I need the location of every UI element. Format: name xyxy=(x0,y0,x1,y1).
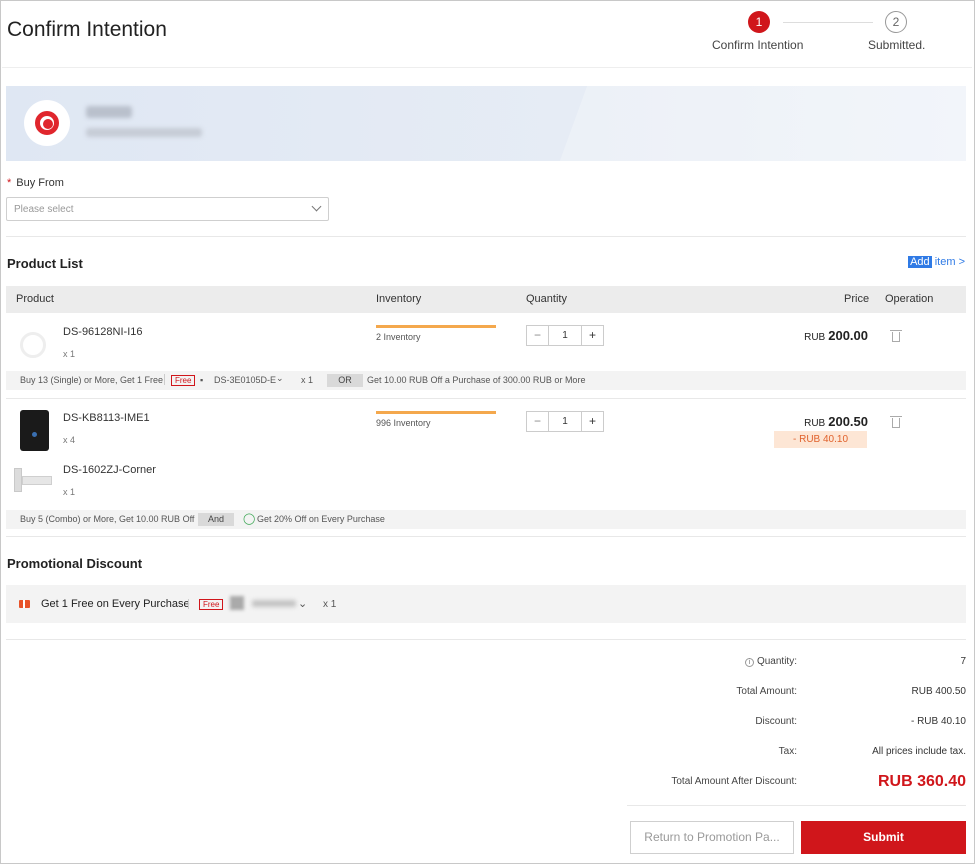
progress-steps: 1 Confirm Intention 2 Submitted. xyxy=(700,10,940,60)
total-after-discount-value: RUB 360.40 xyxy=(877,773,966,790)
product-qty: x 1 xyxy=(63,487,76,497)
chevron-down-icon[interactable]: ⌄ xyxy=(276,373,284,384)
buy-from-label: * Buy From xyxy=(7,177,64,189)
product-name: DS-96128NI-I16 xyxy=(63,326,143,338)
col-price: Price xyxy=(844,293,870,305)
col-operation: Operation xyxy=(885,293,934,305)
chevron-down-icon[interactable]: ⌄ xyxy=(298,597,307,610)
quantity-value: 7 xyxy=(960,656,966,667)
product-qty: x 4 xyxy=(63,435,76,445)
product-list-title: Product List xyxy=(7,256,83,271)
product-price: RUB 200.00 xyxy=(804,328,868,343)
col-product: Product xyxy=(16,293,54,305)
inventory-text: 2 Inventory xyxy=(376,332,421,342)
discount-value: - RUB 40.10 xyxy=(910,716,966,727)
gift-thumb-icon: ▪ xyxy=(200,375,204,385)
product-price: RUB 200.50 xyxy=(804,414,868,429)
dealer-logo-icon xyxy=(24,100,70,146)
quantity-value[interactable]: 1 xyxy=(549,330,581,341)
increment-button[interactable]: + xyxy=(581,412,603,431)
gift-model: DS-3E0105D-E xyxy=(214,375,277,385)
step-label: Confirm Intention xyxy=(712,38,804,52)
promotion-row: Buy 13 (Single) or More, Get 1 Free Free… xyxy=(6,371,966,390)
promotion-label: Get 1 Free on Every Purchase xyxy=(41,598,190,610)
step-number: 2 xyxy=(885,11,907,33)
check-circle-icon: ◯ xyxy=(243,513,256,525)
quantity-value[interactable]: 1 xyxy=(549,416,581,427)
tax-value: All prices include tax. xyxy=(872,746,966,757)
free-tag: Free xyxy=(199,599,224,610)
submit-button[interactable]: Submit xyxy=(801,821,966,854)
gift-icon xyxy=(19,600,30,608)
discount-badge: - RUB 40.10 xyxy=(774,431,867,448)
promotion-text: Buy 13 (Single) or More, Get 1 Free xyxy=(20,375,164,385)
inventory-bar xyxy=(376,411,496,414)
connector-chip: And xyxy=(198,513,234,526)
promotional-discount-box: Get 1 Free on Every Purchase Free ⌄ x 1 xyxy=(6,585,966,623)
quantity-label: i Quantity: xyxy=(744,656,797,667)
col-inventory: Inventory xyxy=(376,293,422,305)
return-to-promotion-button[interactable]: Return to Promotion Pa... xyxy=(630,821,794,854)
step-number: 1 xyxy=(748,11,770,33)
gift-name-redacted xyxy=(252,600,296,607)
quantity-stepper: − 1 + xyxy=(526,325,604,346)
inventory-bar xyxy=(376,325,496,328)
header-divider xyxy=(2,67,972,68)
inventory-text: 996 Inventory xyxy=(376,418,431,428)
decrement-button[interactable]: − xyxy=(527,412,549,431)
tax-label: Tax: xyxy=(778,746,797,757)
free-tag: Free xyxy=(171,375,196,386)
product-name: DS-1602ZJ-Corner xyxy=(63,464,156,476)
dealer-info-redacted xyxy=(86,128,202,137)
trash-icon[interactable] xyxy=(890,330,902,342)
product-qty: x 1 xyxy=(63,349,76,359)
gift-thumb-redacted xyxy=(230,596,244,610)
step-connector xyxy=(783,22,873,23)
product-name: DS-KB8113-IME1 xyxy=(63,412,150,424)
decrement-button[interactable]: − xyxy=(527,326,549,345)
discount-label: Discount: xyxy=(755,716,797,727)
step-label: Submitted. xyxy=(868,38,926,52)
alt-promotion-text: Get 10.00 RUB Off a Purchase of 300.00 R… xyxy=(367,375,586,385)
dealer-name-redacted xyxy=(86,106,132,118)
total-amount-label: Total Amount: xyxy=(736,686,797,697)
promotion-row: Buy 5 (Combo) or More, Get 10.00 RUB Off… xyxy=(6,510,966,529)
col-quantity: Quantity xyxy=(526,293,567,305)
section-divider xyxy=(6,639,966,640)
gift-qty: x 1 xyxy=(323,599,337,610)
page-title: Confirm Intention xyxy=(7,18,167,41)
row-divider xyxy=(6,398,966,399)
info-icon[interactable]: i xyxy=(744,658,754,667)
buy-from-placeholder: Please select xyxy=(14,204,74,215)
total-amount-value: RUB 400.50 xyxy=(911,686,966,697)
section-divider xyxy=(6,536,966,537)
product-image xyxy=(14,466,54,494)
trash-icon[interactable] xyxy=(890,416,902,428)
total-after-discount-label: Total Amount After Discount: xyxy=(671,776,797,787)
section-divider xyxy=(6,236,966,237)
promotional-discount-title: Promotional Discount xyxy=(7,556,143,571)
gift-qty: x 1 xyxy=(301,375,314,385)
promotion-text: Buy 5 (Combo) or More, Get 10.00 RUB Off xyxy=(20,514,195,524)
quantity-stepper: − 1 + xyxy=(526,411,604,432)
buy-from-select[interactable]: Please select xyxy=(6,197,329,221)
increment-button[interactable]: + xyxy=(581,326,603,345)
alt-promotion-text: Get 20% Off on Every Purchase xyxy=(257,514,385,524)
product-table-header: Product Inventory Quantity Price Operati… xyxy=(6,286,966,313)
connector-chip: OR xyxy=(327,374,363,387)
product-image xyxy=(20,332,46,358)
summary-divider xyxy=(627,805,966,806)
product-image xyxy=(20,410,49,451)
chevron-down-icon xyxy=(311,201,322,212)
dealer-banner xyxy=(6,86,966,161)
add-item-link[interactable]: Add item > xyxy=(908,256,965,268)
